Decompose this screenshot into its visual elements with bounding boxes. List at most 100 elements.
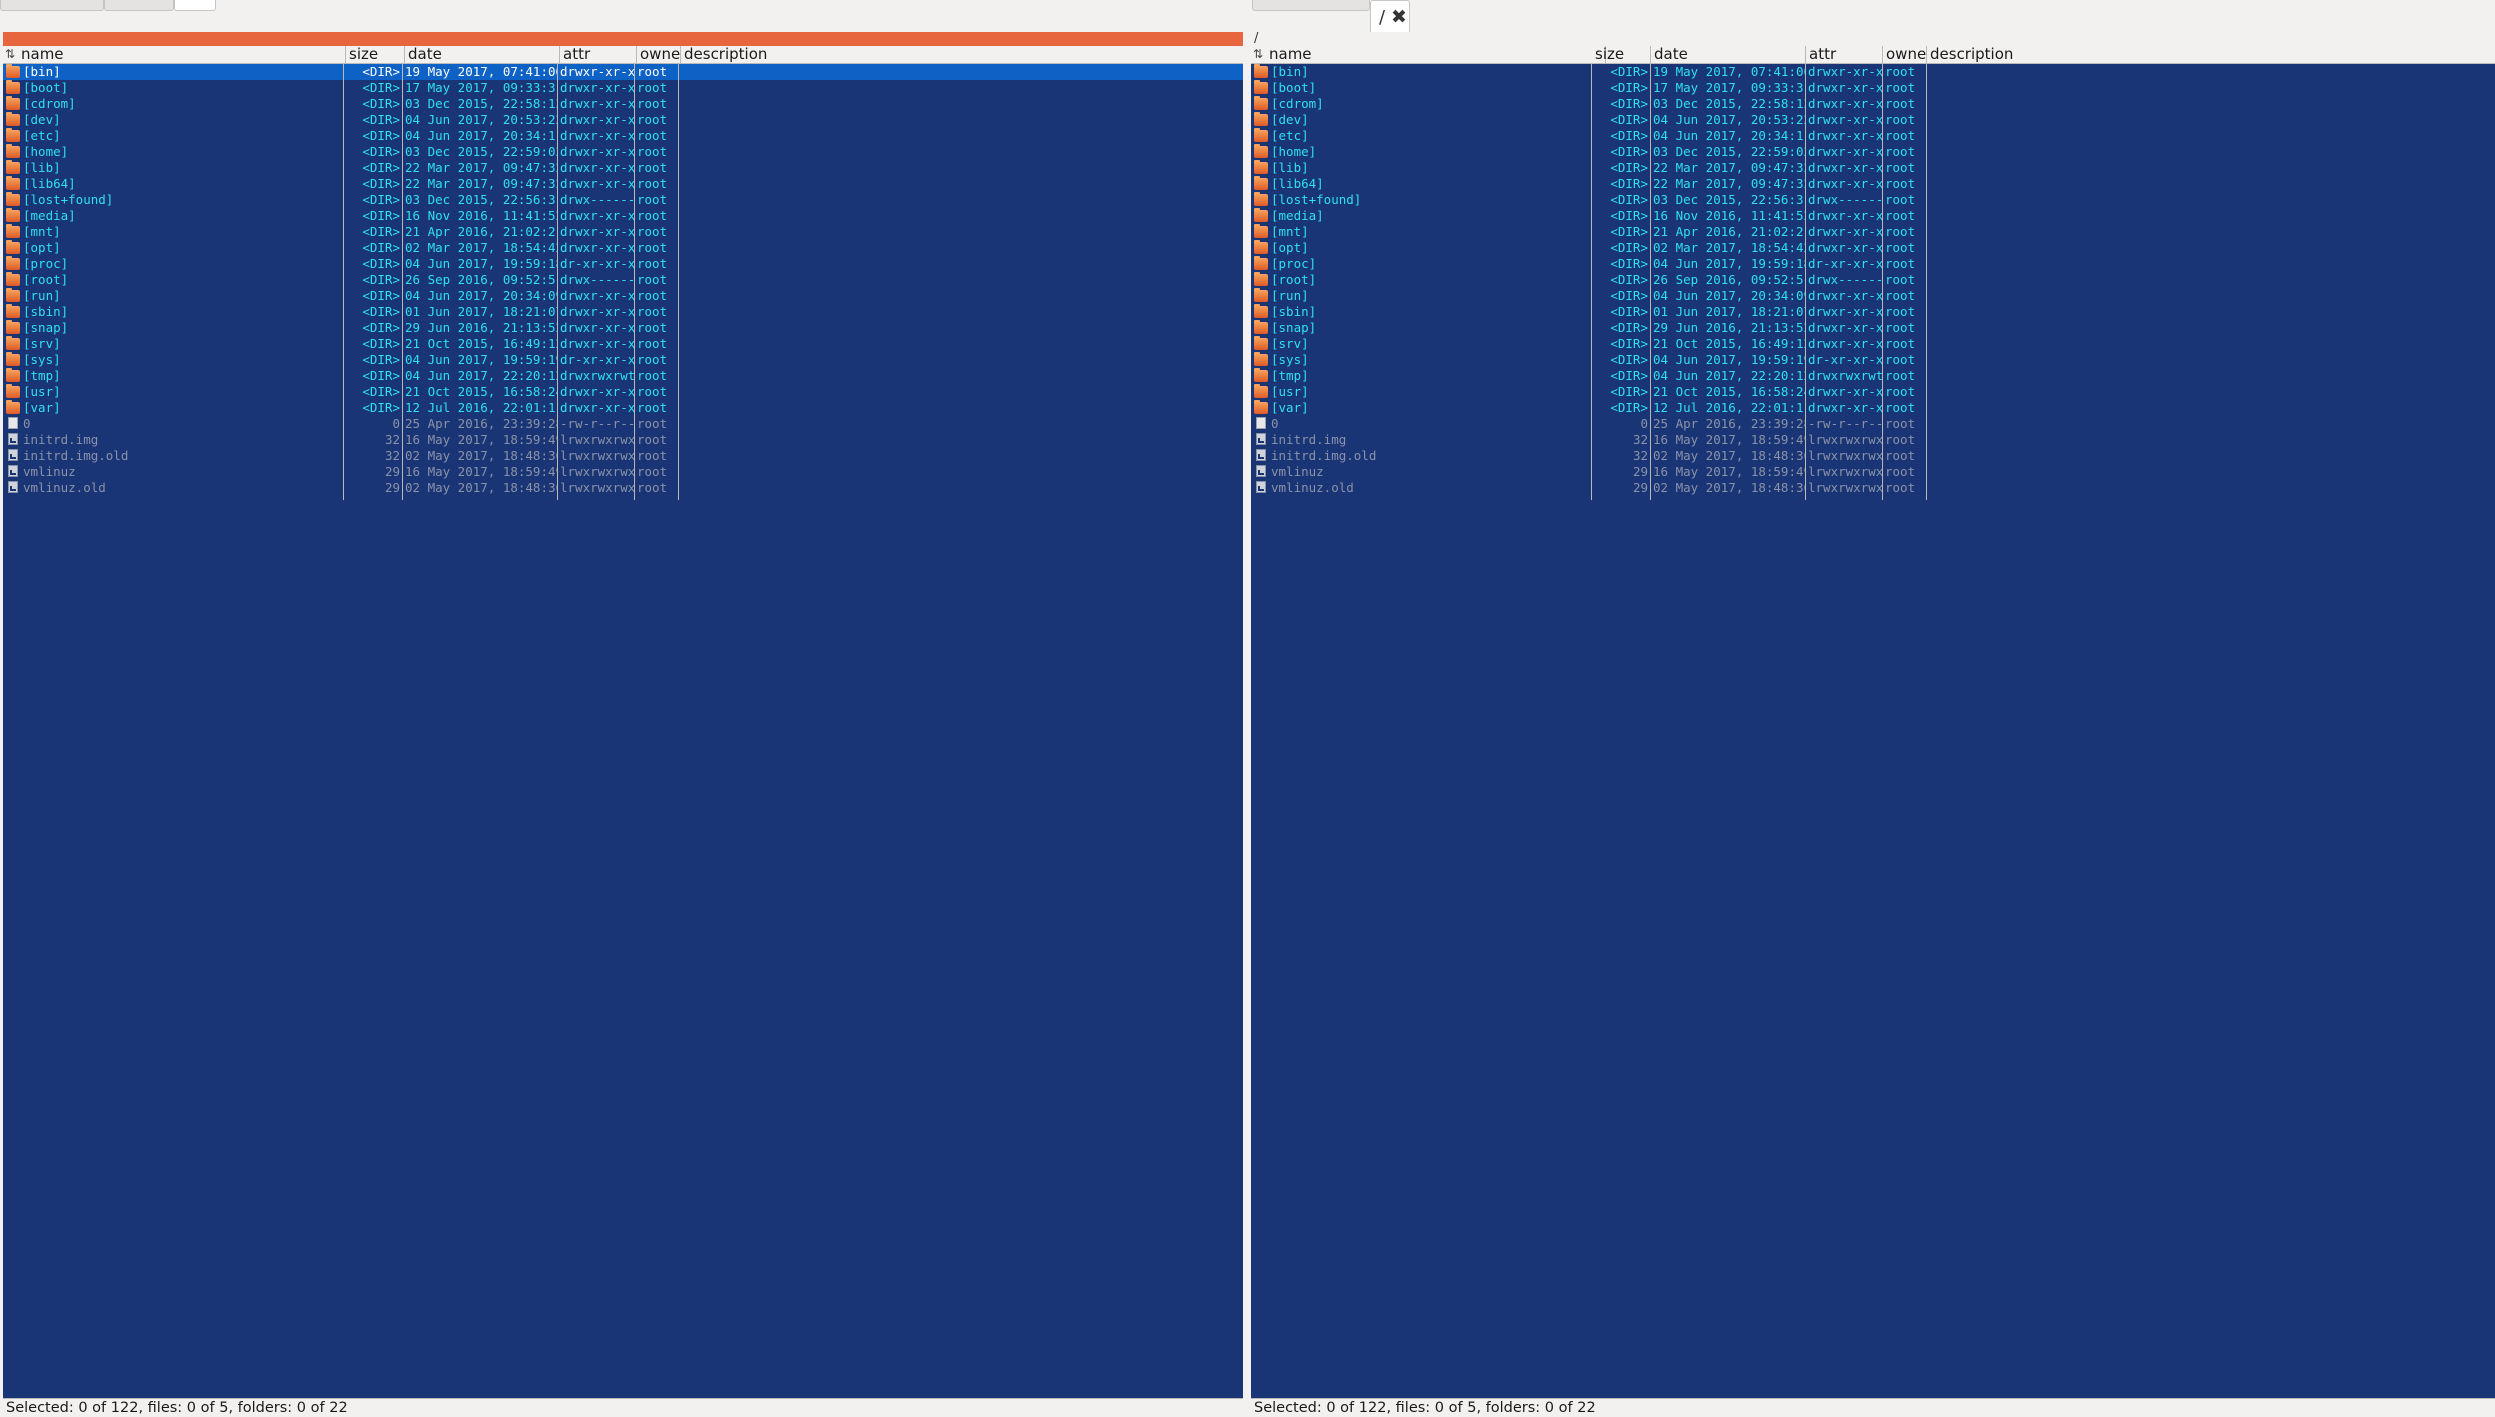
folder-row[interactable]: [dev] <DIR> 04 Jun 2017, 20:53:22 drwxr-xr-… — [3, 112, 1243, 128]
folder-row[interactable]: [run] <DIR> 04 Jun 2017, 20:34:09 drwxr-xr-… — [3, 288, 1243, 304]
symlink-icon — [8, 465, 18, 477]
right-file-panel[interactable]: / ⇅ name size date attr owne description… — [1251, 32, 2495, 1416]
folder-row[interactable]: [snap] <DIR> 29 Jun 2016, 21:13:52 drwxr-xr… — [1251, 320, 2495, 336]
cell-size: 29 — [384, 464, 400, 479]
folder-row[interactable]: [lib] <DIR> 22 Mar 2017, 09:47:32 drwxr-xr-… — [1251, 160, 2495, 176]
folder-row[interactable]: [root] <DIR> 26 Sep 2016, 09:52:51 drwx----… — [1251, 272, 2495, 288]
folder-row[interactable]: [boot] <DIR> 17 May 2017, 09:33:31 drwxr-xr… — [3, 80, 1243, 96]
column-description[interactable]: description — [681, 46, 1243, 63]
folder-row[interactable]: [usr] <DIR> 21 Oct 2015, 16:58:24 drwxr-xr-… — [3, 384, 1243, 400]
folder-row[interactable]: [sys] <DIR> 04 Jun 2017, 19:59:19 dr-xr-xr-… — [3, 352, 1243, 368]
cell-owner: root — [637, 80, 668, 95]
folder-row[interactable]: [etc] <DIR> 04 Jun 2017, 20:34:11 drwxr-xr-… — [3, 128, 1243, 144]
folder-row[interactable]: [opt] <DIR> 02 Mar 2017, 18:54:42 drwxr-xr-… — [1251, 240, 2495, 256]
tab-left-2[interactable] — [104, 0, 174, 11]
column-size[interactable]: size — [1592, 46, 1651, 63]
folder-row[interactable]: [lib] <DIR> 22 Mar 2017, 09:47:32 drwxr-xr-… — [3, 160, 1243, 176]
column-owner[interactable]: owne — [1883, 46, 1927, 63]
column-divider — [678, 64, 679, 500]
close-icon[interactable]: ✖ — [1391, 6, 1407, 28]
tab-left-1[interactable] — [0, 0, 104, 11]
folder-row[interactable]: [dev] <DIR> 04 Jun 2017, 20:53:22 drwxr-xr-… — [1251, 112, 2495, 128]
folder-row[interactable]: [srv] <DIR> 21 Oct 2015, 16:49:12 drwxr-xr-… — [3, 336, 1243, 352]
file-row[interactable]: 0 0 25 Apr 2016, 23:39:28 -rw-r--r-- root — [3, 416, 1243, 432]
folder-row[interactable]: [srv] <DIR> 21 Oct 2015, 16:49:12 drwxr-xr-… — [1251, 336, 2495, 352]
file-row[interactable]: vmlinuz 29 16 May 2017, 18:59:49 lrwxrwxrwx… — [3, 464, 1243, 480]
cell-date: 12 Jul 2016, 22:01:11 — [405, 400, 557, 415]
cell-owner: root — [637, 288, 668, 303]
column-name[interactable]: name — [18, 46, 346, 63]
column-attr[interactable]: attr — [1806, 46, 1883, 63]
cell-attr: drwxr-xr-x — [560, 224, 634, 239]
tab-left-3[interactable] — [174, 0, 216, 11]
folder-row[interactable]: [opt] <DIR> 02 Mar 2017, 18:54:42 drwxr-xr-… — [3, 240, 1243, 256]
column-attr[interactable]: attr — [560, 46, 637, 63]
folder-row[interactable]: [media] <DIR> 16 Nov 2016, 11:41:52 drwxr-x… — [1251, 208, 2495, 224]
column-size[interactable]: size — [346, 46, 405, 63]
sort-arrow-icon[interactable]: ⇅ — [1251, 46, 1266, 63]
column-owner[interactable]: owne — [637, 46, 681, 63]
cell-name: [srv] — [23, 336, 61, 351]
folder-row[interactable]: [sbin] <DIR> 01 Jun 2017, 18:21:07 drwxr-xr… — [1251, 304, 2495, 320]
folder-row[interactable]: [var] <DIR> 12 Jul 2016, 22:01:11 drwxr-xr-… — [3, 400, 1243, 416]
column-date[interactable]: date — [1651, 46, 1806, 63]
folder-row[interactable]: [usr] <DIR> 21 Oct 2015, 16:58:24 drwxr-xr-… — [1251, 384, 2495, 400]
folder-row[interactable]: [sbin] <DIR> 01 Jun 2017, 18:21:07 drwxr-xr… — [3, 304, 1243, 320]
folder-row[interactable]: [cdrom] <DIR> 03 Dec 2015, 22:58:13 drwxr-x… — [3, 96, 1243, 112]
path-bar[interactable]: / — [1251, 32, 2495, 46]
folder-row[interactable]: [bin] <DIR> 19 May 2017, 07:41:00 drwxr-xr-… — [3, 64, 1243, 80]
column-name[interactable]: name — [1266, 46, 1606, 63]
folder-row[interactable]: [home] <DIR> 03 Dec 2015, 22:59:02 drwxr-xr… — [3, 144, 1243, 160]
folder-icon — [1254, 304, 1268, 318]
cell-date: 16 May 2017, 18:59:49 — [1653, 432, 1805, 447]
cell-date: 04 Jun 2017, 20:34:11 — [1653, 128, 1805, 143]
file-row[interactable]: 0 0 25 Apr 2016, 23:39:28 -rw-r--r-- root — [1251, 416, 2495, 432]
file-row[interactable]: vmlinuz.old 29 02 May 2017, 18:48:36 lrwxrw… — [1251, 480, 2495, 496]
folder-row[interactable]: [proc] <DIR> 04 Jun 2017, 19:59:18 dr-xr-xr… — [1251, 256, 2495, 272]
sort-arrow-icon[interactable]: ⇅ — [3, 46, 18, 63]
folder-row[interactable]: [cdrom] <DIR> 03 Dec 2015, 22:58:13 drwxr-x… — [1251, 96, 2495, 112]
folder-row[interactable]: [lib64] <DIR> 22 Mar 2017, 09:47:32 drwxr-x… — [1251, 176, 2495, 192]
cell-size: <DIR> — [362, 304, 400, 319]
cell-date: 22 Mar 2017, 09:47:32 — [1653, 176, 1805, 191]
folder-row[interactable]: [var] <DIR> 12 Jul 2016, 22:01:11 drwxr-xr-… — [1251, 400, 2495, 416]
column-date[interactable]: date — [405, 46, 560, 63]
folder-row[interactable]: [bin] <DIR> 19 May 2017, 07:41:00 drwxr-xr-… — [1251, 64, 2495, 80]
folder-row[interactable]: [home] <DIR> 03 Dec 2015, 22:59:02 drwxr-xr… — [1251, 144, 2495, 160]
folder-row[interactable]: [run] <DIR> 04 Jun 2017, 20:34:09 drwxr-xr-… — [1251, 288, 2495, 304]
file-list: [bin] <DIR> 19 May 2017, 07:41:00 drwxr-xr-… — [3, 64, 1243, 496]
folder-row[interactable]: [proc] <DIR> 04 Jun 2017, 19:59:18 dr-xr-xr… — [3, 256, 1243, 272]
folder-row[interactable]: [mnt] <DIR> 21 Apr 2016, 21:02:21 drwxr-xr-… — [1251, 224, 2495, 240]
folder-row[interactable]: [media] <DIR> 16 Nov 2016, 11:41:52 drwxr-x… — [3, 208, 1243, 224]
folder-row[interactable]: [tmp] <DIR> 04 Jun 2017, 22:20:12 drwxrwxrw… — [1251, 368, 2495, 384]
folder-row[interactable]: [etc] <DIR> 04 Jun 2017, 20:34:11 drwxr-xr-… — [1251, 128, 2495, 144]
folder-icon — [6, 288, 20, 302]
file-icon — [1256, 417, 1266, 429]
cell-size: <DIR> — [362, 160, 400, 175]
folder-row[interactable]: [lib64] <DIR> 22 Mar 2017, 09:47:32 drwxr-x… — [3, 176, 1243, 192]
file-row[interactable]: vmlinuz 29 16 May 2017, 18:59:49 lrwxrwxrwx… — [1251, 464, 2495, 480]
file-row[interactable]: initrd.img 32 16 May 2017, 18:59:49 lrwxrwx… — [3, 432, 1243, 448]
cell-size: 29 — [384, 480, 400, 495]
tab-right-1[interactable] — [1252, 0, 1370, 11]
folder-row[interactable]: [snap] <DIR> 29 Jun 2016, 21:13:52 drwxr-xr… — [3, 320, 1243, 336]
folder-row[interactable]: [lost+found] <DIR> 03 Dec 2015, 22:56:31 dr… — [1251, 192, 2495, 208]
file-row[interactable]: initrd.img 32 16 May 2017, 18:59:49 lrwxrwx… — [1251, 432, 2495, 448]
path-bar[interactable] — [3, 32, 1243, 46]
cell-size: <DIR> — [362, 112, 400, 127]
cell-attr: drwxr-xr-x — [560, 208, 634, 223]
file-row[interactable]: vmlinuz.old 29 02 May 2017, 18:48:36 lrwxrw… — [3, 480, 1243, 496]
folder-row[interactable]: [tmp] <DIR> 04 Jun 2017, 22:20:12 drwxrwxrw… — [3, 368, 1243, 384]
folder-row[interactable]: [boot] <DIR> 17 May 2017, 09:33:31 drwxr-xr… — [1251, 80, 2495, 96]
tab-right-root[interactable]: / ✖ — [1370, 0, 1410, 33]
file-row[interactable]: initrd.img.old 32 02 May 2017, 18:48:36 lrw… — [3, 448, 1243, 464]
folder-row[interactable]: [lost+found] <DIR> 03 Dec 2015, 22:56:31 dr… — [3, 192, 1243, 208]
folder-row[interactable]: [sys] <DIR> 04 Jun 2017, 19:59:19 dr-xr-xr-… — [1251, 352, 2495, 368]
file-row[interactable]: initrd.img.old 32 02 May 2017, 18:48:36 lrw… — [1251, 448, 2495, 464]
column-description[interactable]: description — [1927, 46, 2495, 63]
left-file-panel[interactable]: ⇅ name size date attr owne description [… — [3, 32, 1243, 1416]
cell-size: <DIR> — [362, 320, 400, 335]
cell-attr: lrwxrwxrwx — [560, 448, 634, 463]
folder-row[interactable]: [root] <DIR> 26 Sep 2016, 09:52:51 drwx----… — [3, 272, 1243, 288]
folder-row[interactable]: [mnt] <DIR> 21 Apr 2016, 21:02:21 drwxr-xr-… — [3, 224, 1243, 240]
